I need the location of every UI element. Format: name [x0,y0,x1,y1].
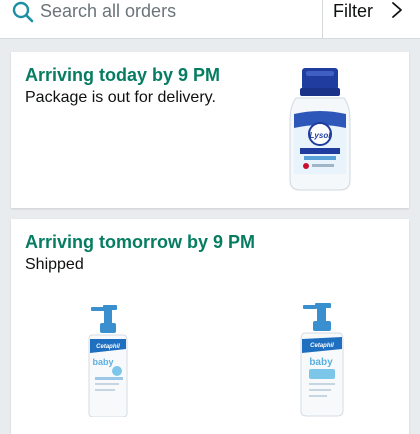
delivery-status: Arriving tomorrow by 9 PM [25,232,256,252]
search-icon [12,1,34,23]
cetaphil-brand-text: Cetaphil [96,344,120,350]
order-card[interactable]: Arriving tomorrow by 9 PM Shipped Cetaph… [11,219,409,434]
product-image-cetaphil-lotion[interactable]: Cetaphil baby [79,305,135,417]
filter-button[interactable]: Filter [323,0,420,38]
lysol-brand-text: Lysol [310,131,332,140]
baby-label-text: baby [309,357,333,368]
delivery-detail: Shipped [25,256,84,273]
cetaphil-brand-text: Cetaphil [310,343,334,349]
search-input[interactable]: Search all orders [40,1,176,22]
baby-label-text: baby [92,357,113,367]
delivery-detail: Package is out for delivery. [25,89,216,106]
order-card[interactable]: Arriving today by 9 PM Package is out fo… [11,52,409,208]
chevron-right-icon [392,2,402,18]
delivery-status: Arriving today by 9 PM [25,65,221,85]
filter-label: Filter [333,1,373,21]
product-image-lysol[interactable]: Lysol [282,68,358,192]
search-bar[interactable]: Search all orders Filter [0,0,420,39]
product-image-cetaphil-wash[interactable]: Cetaphil baby [293,303,349,417]
